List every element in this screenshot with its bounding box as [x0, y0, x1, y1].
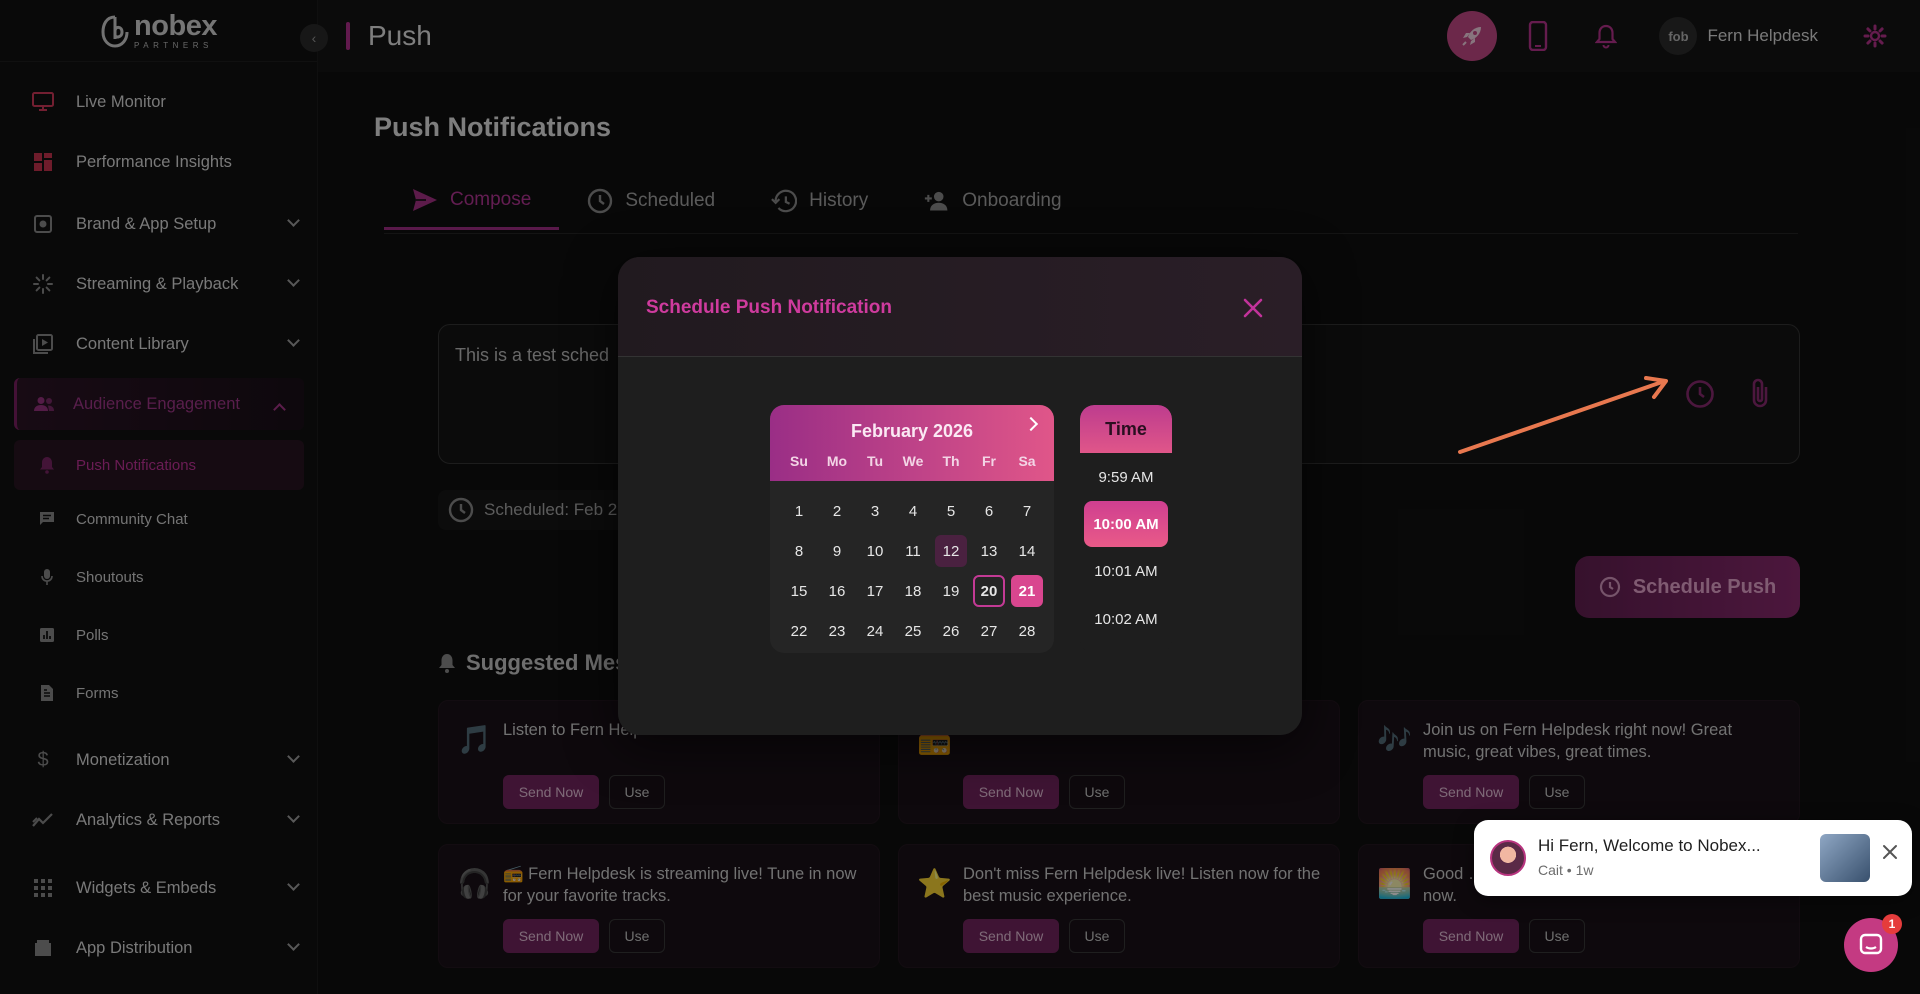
calendar-day-label: 11: [905, 542, 921, 560]
calendar-days: 1 2 3 4 5 6 7 8 9 10 11 12 13 14 15 16 17 18 19 20 21 22 23 24 2…: [780, 491, 1046, 651]
calendar-day-label: 12: [935, 535, 967, 567]
calendar-day[interactable]: 27: [970, 611, 1008, 651]
avatar: [1490, 840, 1526, 876]
chat-thumbnail: [1820, 834, 1870, 882]
time-header: Time: [1080, 405, 1172, 453]
time-picker: Time 9:59 AM 10:00 AM 10:01 AM 10:02 AM: [1080, 405, 1172, 653]
annotation-arrow: [1458, 376, 1668, 454]
time-list: 9:59 AM 10:00 AM 10:01 AM 10:02 AM: [1080, 453, 1172, 643]
calendar-day-label: 22: [790, 622, 808, 640]
calendar-day[interactable]: 10: [856, 531, 894, 571]
calendar-day[interactable]: 25: [894, 611, 932, 651]
calendar-header: February 2026 Su Mo Tu We Th Fr Sa: [770, 405, 1054, 481]
chat-launcher-button[interactable]: 1: [1844, 914, 1902, 972]
calendar-day[interactable]: 5: [932, 491, 970, 531]
calendar-day-label: 10: [866, 542, 884, 560]
calendar-day-label: 4: [908, 502, 918, 520]
calendar-day-label: 25: [904, 622, 922, 640]
calendar-day[interactable]: 20: [970, 571, 1008, 611]
weekday-label: Tu: [866, 453, 884, 469]
modal-body: February 2026 Su Mo Tu We Th Fr Sa 1 2 3 4 5 6 7 8 9 10…: [618, 357, 1302, 735]
calendar-day[interactable]: 12: [932, 531, 970, 571]
time-option[interactable]: 10:01 AM: [1080, 547, 1172, 595]
calendar-day[interactable]: 19: [932, 571, 970, 611]
chat-notification[interactable]: Hi Fern, Welcome to Nobex... Cait • 1w: [1474, 820, 1912, 896]
calendar-day[interactable]: 28: [1008, 611, 1046, 651]
calendar-day-label: 13: [980, 542, 998, 560]
time-option[interactable]: 9:59 AM: [1080, 453, 1172, 501]
calendar-day-label: 5: [946, 502, 956, 520]
calendar-day[interactable]: 9: [818, 531, 856, 571]
chat-sender: Cait: [1538, 862, 1563, 878]
calendar-day[interactable]: 11: [894, 531, 932, 571]
time-option[interactable]: 10:00 AM: [1084, 501, 1168, 547]
unread-badge: 1: [1882, 914, 1902, 934]
chat-age: 1w: [1575, 862, 1594, 878]
calendar-day[interactable]: 18: [894, 571, 932, 611]
calendar-day-label: 19: [942, 582, 960, 600]
calendar-day[interactable]: 3: [856, 491, 894, 531]
calendar-day-label: 6: [984, 502, 994, 520]
calendar-day-label: 23: [828, 622, 846, 640]
calendar-day-label: 14: [1018, 542, 1036, 560]
calendar-day-label: 27: [980, 622, 998, 640]
calendar-day-label: 26: [942, 622, 960, 640]
calendar-day[interactable]: 23: [818, 611, 856, 651]
calendar-day-label: 24: [866, 622, 884, 640]
date-picker: February 2026 Su Mo Tu We Th Fr Sa 1 2 3 4 5 6 7 8 9 10…: [770, 405, 1054, 653]
chat-meta: Cait • 1w: [1538, 862, 1594, 878]
calendar-day-label: 15: [790, 582, 808, 600]
calendar-day[interactable]: 16: [818, 571, 856, 611]
calendar-day-label: 3: [870, 502, 880, 520]
calendar-day-label: 1: [794, 502, 804, 520]
calendar-day[interactable]: 14: [1008, 531, 1046, 571]
weekday-label: Th: [942, 453, 960, 469]
calendar-day[interactable]: 2: [818, 491, 856, 531]
calendar-day[interactable]: 26: [932, 611, 970, 651]
calendar-day[interactable]: 6: [970, 491, 1008, 531]
close-icon[interactable]: [1880, 842, 1900, 862]
calendar-day-label: 18: [904, 582, 922, 600]
calendar-day-label: 9: [832, 542, 842, 560]
calendar-day[interactable]: 8: [780, 531, 818, 571]
modal-header: Schedule Push Notification: [618, 257, 1302, 357]
chat-message: Hi Fern, Welcome to Nobex...: [1538, 836, 1761, 855]
calendar-day-label: 17: [866, 582, 884, 600]
calendar-day-label: 16: [828, 582, 846, 600]
calendar-day[interactable]: 24: [856, 611, 894, 651]
calendar-day-label: 20: [973, 575, 1005, 607]
calendar-month: February 2026: [850, 421, 974, 441]
calendar-day[interactable]: 17: [856, 571, 894, 611]
weekday-label: Mo: [826, 453, 848, 469]
modal-title: Schedule Push Notification: [646, 297, 892, 318]
calendar-day-label: 21: [1011, 575, 1043, 607]
weekday-label: Su: [790, 453, 808, 469]
weekday-row: Su Mo Tu We Th Fr Sa: [780, 453, 1046, 469]
calendar-day[interactable]: 13: [970, 531, 1008, 571]
calendar-day[interactable]: 15: [780, 571, 818, 611]
schedule-modal: Schedule Push Notification February 2026…: [618, 257, 1302, 735]
calendar-day-label: 28: [1018, 622, 1036, 640]
weekday-label: Sa: [1018, 453, 1036, 469]
calendar-day-label: 8: [794, 542, 804, 560]
calendar-day[interactable]: 4: [894, 491, 932, 531]
calendar-day[interactable]: 1: [780, 491, 818, 531]
calendar-day[interactable]: 22: [780, 611, 818, 651]
chat-bubble-icon: [1859, 933, 1883, 955]
time-option[interactable]: 10:02 AM: [1080, 595, 1172, 643]
calendar-day-label: 2: [832, 502, 842, 520]
calendar-day[interactable]: 21: [1008, 571, 1046, 611]
calendar-day-label: 7: [1022, 502, 1032, 520]
weekday-label: We: [902, 453, 924, 469]
close-icon[interactable]: [1242, 297, 1264, 319]
weekday-label: Fr: [982, 453, 996, 469]
calendar-day[interactable]: 7: [1008, 491, 1046, 531]
